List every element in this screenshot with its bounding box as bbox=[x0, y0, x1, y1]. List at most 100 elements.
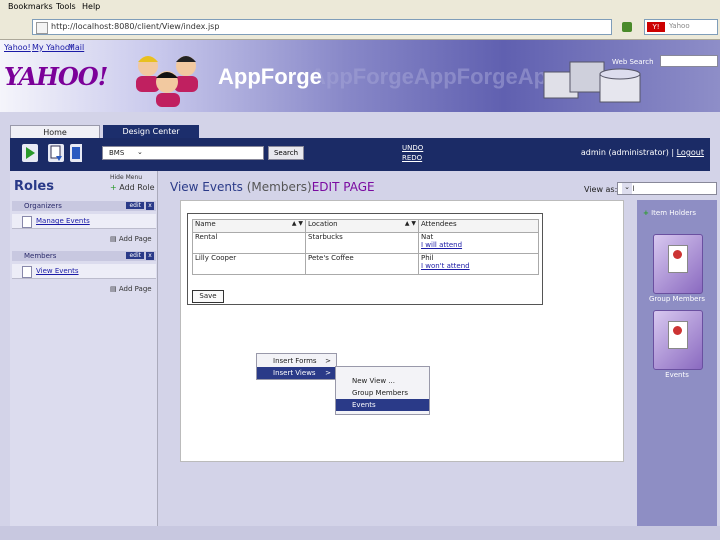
menu-bookmarks[interactable]: Bookmarks bbox=[8, 2, 53, 11]
redo-button[interactable]: REDO bbox=[402, 154, 422, 162]
project-value: BMS bbox=[109, 149, 125, 157]
tab-design-center[interactable]: Design Center bbox=[103, 125, 199, 138]
table-row: Lilly Cooper Pete's Coffee Phil I won't a… bbox=[192, 253, 539, 275]
role-header-organizers[interactable]: Organizers edit x bbox=[12, 201, 156, 211]
column-header-label: Location bbox=[308, 220, 338, 228]
column-header-attendees: Attendees bbox=[418, 219, 539, 233]
delete-role-button[interactable]: x bbox=[146, 202, 154, 210]
browser-search-placeholder: Yahoo bbox=[669, 22, 690, 30]
events-table: Name ▲ ▼ Location ▲ ▼ Attendees Rental Sta… bbox=[192, 219, 539, 275]
add-page-button[interactable]: ▤ Add Page bbox=[110, 235, 152, 243]
roles-sidebar: Roles Hide Menu + Add Role Organizers ed… bbox=[10, 171, 158, 526]
menu-tools[interactable]: Tools bbox=[56, 2, 76, 11]
page-title: View Events (Members)EDIT PAGE bbox=[170, 180, 375, 194]
search-button[interactable]: Search bbox=[268, 146, 304, 160]
yahoo-search-icon[interactable]: Y! bbox=[647, 22, 665, 32]
menu-item-group-members[interactable]: Group Members bbox=[336, 387, 429, 399]
folder-label-group-members: Group Members bbox=[649, 295, 705, 303]
contact-card-icon bbox=[668, 321, 688, 349]
plus-icon: + bbox=[643, 209, 649, 217]
context-menu: Insert Forms > Insert Views > bbox=[256, 353, 337, 380]
user-info: admin (administrator) | Logout bbox=[581, 148, 704, 157]
column-header-label: Attendees bbox=[421, 220, 457, 228]
logout-link[interactable]: Logout bbox=[677, 148, 704, 157]
column-header-name[interactable]: Name ▲ ▼ bbox=[192, 219, 306, 233]
add-role-label: Add Role bbox=[119, 183, 155, 192]
menu-item-new-view[interactable]: New View ... bbox=[336, 375, 429, 387]
url-text: http://localhost:8080/client/View/index.… bbox=[51, 22, 220, 31]
design-toolbar: BMS ⌄ Search UNDO REDO admin (administra… bbox=[10, 138, 710, 171]
web-search-input[interactable] bbox=[660, 55, 718, 67]
role-page-label: Manage Events bbox=[36, 217, 90, 225]
users-icon bbox=[136, 56, 198, 107]
role-name: Members bbox=[24, 252, 57, 260]
folder-icon[interactable] bbox=[653, 310, 703, 370]
role-page-view-events[interactable]: View Events bbox=[12, 264, 156, 279]
role-page-manage-events[interactable]: Manage Events bbox=[12, 214, 156, 229]
edit-role-button[interactable]: edit bbox=[126, 252, 144, 259]
cell-location: Starbucks bbox=[305, 232, 419, 254]
app-title: AppForge bbox=[218, 64, 322, 89]
events-view-panel[interactable]: Name ▲ ▼ Location ▲ ▼ Attendees Rental Sta… bbox=[187, 213, 543, 305]
add-page-icon: ▤ bbox=[110, 235, 117, 243]
sort-arrows-icon[interactable]: ▲ ▼ bbox=[292, 220, 303, 227]
menu-item-events[interactable]: Events bbox=[336, 399, 429, 411]
url-input[interactable]: http://localhost:8080/client/View/index.… bbox=[32, 19, 612, 35]
add-page-icon[interactable] bbox=[48, 144, 64, 162]
go-icon[interactable] bbox=[622, 22, 632, 32]
browser-search-input[interactable]: Y! Yahoo bbox=[644, 19, 718, 35]
attend-link[interactable]: I won't attend bbox=[421, 262, 536, 270]
footer-bar bbox=[0, 526, 720, 540]
yahoo-link[interactable]: Yahoo! bbox=[4, 43, 31, 52]
edit-role-button[interactable]: edit bbox=[126, 202, 144, 209]
table-header-row: Name ▲ ▼ Location ▲ ▼ Attendees bbox=[192, 219, 539, 233]
tab-home[interactable]: Home bbox=[10, 125, 100, 138]
attendee-name: Nat bbox=[421, 233, 434, 241]
contact-card-icon bbox=[668, 245, 688, 273]
clipboard-icon[interactable] bbox=[70, 144, 86, 162]
undo-button[interactable]: UNDO bbox=[402, 144, 423, 152]
mail-link[interactable]: Mail bbox=[68, 43, 84, 52]
roles-title: Roles bbox=[14, 179, 54, 194]
my-yahoo-link[interactable]: My Yahoo! bbox=[32, 43, 73, 52]
cell-location: Pete's Coffee bbox=[305, 253, 419, 275]
role-page-label: View Events bbox=[36, 267, 79, 275]
browser-menubar: Bookmarks Tools Help bbox=[0, 0, 720, 14]
chevron-down-icon: ⌄ bbox=[137, 148, 143, 156]
view-as-select[interactable]: Phil ⌄ bbox=[617, 182, 717, 195]
delete-role-button[interactable]: x bbox=[146, 252, 154, 260]
person-icon bbox=[673, 326, 682, 335]
add-role-icon: + bbox=[110, 183, 117, 192]
attend-link[interactable]: I will attend bbox=[421, 241, 536, 249]
table-row: Rental Starbucks Nat I will attend bbox=[192, 232, 539, 254]
page-title-mode: EDIT PAGE bbox=[311, 180, 375, 194]
add-role-button[interactable]: + Add Role bbox=[110, 183, 155, 192]
role-header-members[interactable]: Members edit x bbox=[12, 251, 156, 261]
add-page-button[interactable]: ▤ Add Page bbox=[110, 285, 152, 293]
menu-item-insert-forms[interactable]: Insert Forms > bbox=[257, 355, 336, 367]
menu-item-insert-views[interactable]: Insert Views > bbox=[257, 367, 336, 379]
cell-name: Lilly Cooper bbox=[192, 253, 306, 275]
hide-menu-button[interactable]: Hide Menu bbox=[110, 174, 142, 181]
view-as-label: View as: bbox=[584, 185, 618, 194]
page-icon bbox=[22, 216, 32, 228]
folder-icon[interactable] bbox=[653, 234, 703, 294]
menu-help[interactable]: Help bbox=[82, 2, 100, 11]
page-title-role: (Members) bbox=[246, 180, 312, 194]
yahoo-logo: YAHOO! bbox=[4, 62, 108, 91]
cell-name: Rental bbox=[192, 232, 306, 254]
web-search-label: Web Search bbox=[612, 58, 654, 66]
folder-label-events: Events bbox=[665, 371, 689, 379]
project-select[interactable]: BMS ⌄ bbox=[102, 146, 264, 160]
save-button[interactable]: Save bbox=[192, 290, 224, 303]
chevron-down-icon: ⌄ bbox=[622, 183, 632, 194]
column-header-location[interactable]: Location ▲ ▼ bbox=[305, 219, 419, 233]
item-holders-header[interactable]: + Item Holders bbox=[643, 209, 696, 217]
cell-attendees: Nat I will attend bbox=[418, 232, 539, 254]
menu-item-label: Insert Views bbox=[273, 369, 316, 377]
play-icon[interactable] bbox=[22, 144, 38, 162]
attendee-name: Phil bbox=[421, 254, 434, 262]
user-label: admin (administrator) | bbox=[580, 148, 675, 157]
sort-arrows-icon[interactable]: ▲ ▼ bbox=[405, 220, 416, 227]
page-icon bbox=[22, 266, 32, 278]
